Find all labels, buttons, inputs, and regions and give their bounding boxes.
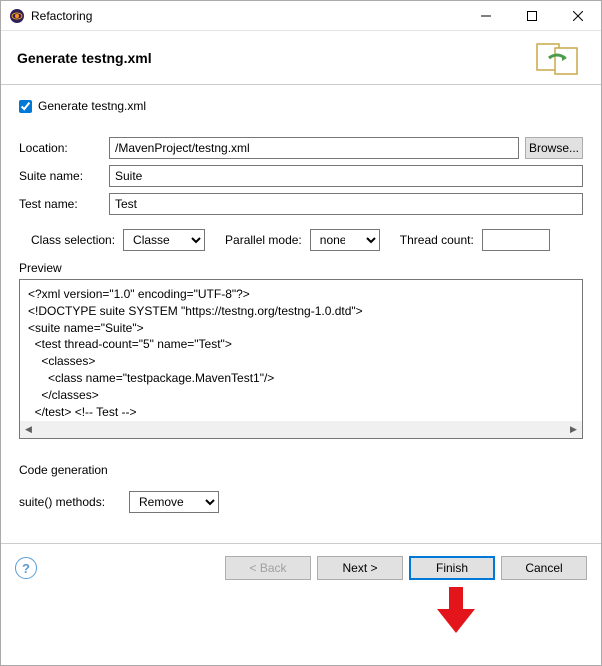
suite-methods-label: suite() methods: [19, 495, 129, 509]
help-icon[interactable]: ? [15, 557, 37, 579]
cancel-button[interactable]: Cancel [501, 556, 587, 580]
banner: Generate testng.xml [1, 31, 601, 85]
class-selection-select[interactable]: Classes [123, 229, 205, 251]
close-button[interactable] [555, 1, 601, 30]
suite-methods-select[interactable]: Remove [129, 491, 219, 513]
preview-textarea[interactable]: <?xml version="1.0" encoding="UTF-8"?> <… [19, 279, 583, 439]
class-selection-label: Class selection: [31, 233, 115, 247]
annotation-arrow-icon [435, 587, 477, 638]
test-name-input[interactable] [109, 193, 583, 215]
parallel-mode-label: Parallel mode: [225, 233, 302, 247]
thread-count-input[interactable] [482, 229, 550, 251]
maximize-button[interactable] [509, 1, 555, 30]
suite-name-input[interactable] [109, 165, 583, 187]
minimize-button[interactable] [463, 1, 509, 30]
preview-content: <?xml version="1.0" encoding="UTF-8"?> <… [28, 287, 363, 435]
finish-button[interactable]: Finish [409, 556, 495, 580]
scroll-track[interactable] [37, 421, 565, 438]
horizontal-scrollbar[interactable]: ◀ ▶ [20, 421, 582, 438]
banner-title: Generate testng.xml [17, 50, 531, 66]
scroll-right-icon[interactable]: ▶ [565, 421, 582, 438]
parallel-mode-select[interactable]: none [310, 229, 380, 251]
scroll-left-icon[interactable]: ◀ [20, 421, 37, 438]
test-name-label: Test name: [19, 197, 109, 211]
browse-button[interactable]: Browse... [525, 137, 583, 159]
separator [1, 543, 601, 544]
suite-name-label: Suite name: [19, 169, 109, 183]
next-button[interactable]: Next > [317, 556, 403, 580]
eclipse-icon [9, 8, 25, 24]
generate-testng-label: Generate testng.xml [38, 99, 146, 113]
window-title: Refactoring [31, 9, 463, 23]
back-button: < Back [225, 556, 311, 580]
location-label: Location: [19, 141, 109, 155]
preview-label: Preview [19, 261, 583, 275]
thread-count-label: Thread count: [400, 233, 474, 247]
refactor-icon [531, 38, 585, 78]
generate-testng-checkbox[interactable] [19, 100, 32, 113]
location-input[interactable] [109, 137, 519, 159]
code-generation-label: Code generation [19, 463, 583, 477]
titlebar: Refactoring [1, 1, 601, 31]
